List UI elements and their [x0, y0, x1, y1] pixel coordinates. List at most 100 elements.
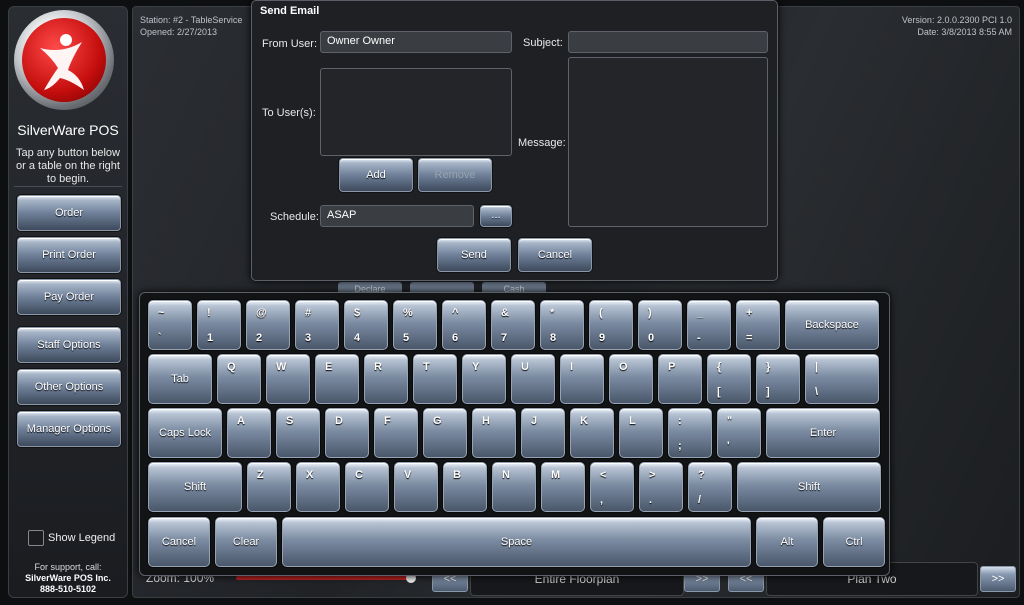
key[interactable]: W [266, 354, 310, 404]
other-options-button[interactable]: Other Options [17, 369, 121, 405]
version-info: Version: 2.0.0.2300 PCI 1.0 Date: 3/8/20… [902, 14, 1012, 38]
key-cancel[interactable]: Cancel [148, 517, 210, 567]
key[interactable]: E [315, 354, 359, 404]
message-textarea[interactable] [568, 57, 768, 227]
key[interactable]: V [394, 462, 438, 512]
key[interactable]: :; [668, 408, 712, 458]
print-order-button[interactable]: Print Order [17, 237, 121, 273]
key-primary-label: ~ [158, 307, 165, 319]
key[interactable]: ~ ` [148, 300, 192, 350]
key[interactable]: Z [247, 462, 291, 512]
key[interactable]: % 5 [393, 300, 437, 350]
send-button[interactable]: Send [437, 238, 511, 272]
key[interactable]: ? / [688, 462, 732, 512]
key-primary-label: Q [227, 361, 236, 373]
key[interactable]: P [658, 354, 702, 404]
key[interactable]: " ' [717, 408, 761, 458]
key-clear[interactable]: Clear [215, 517, 277, 567]
remove-user-button[interactable]: Remove [418, 158, 492, 192]
key[interactable]: ! 1 [197, 300, 241, 350]
key[interactable]: T [413, 354, 457, 404]
to-users-list[interactable] [320, 68, 512, 156]
date-label: Date: 3/8/2013 8:55 AM [917, 27, 1012, 37]
key-primary-label: " [727, 415, 733, 427]
brand-name: SilverWare POS [17, 122, 119, 138]
key[interactable]: C [345, 462, 389, 512]
subject-label: Subject: [523, 37, 563, 49]
from-user-field[interactable]: Owner Owner [320, 31, 512, 53]
manager-options-button[interactable]: Manager Options [17, 411, 121, 447]
key[interactable]: _ - [687, 300, 731, 350]
key[interactable]: Y [462, 354, 506, 404]
key-secondary-label: 6 [452, 332, 459, 344]
subject-input[interactable] [568, 31, 768, 53]
key[interactable]: @2 [246, 300, 290, 350]
staff-options-button[interactable]: Staff Options [17, 327, 121, 363]
key-primary-label: P [668, 361, 676, 373]
key[interactable]: ^ 6 [442, 300, 486, 350]
key[interactable]: | \ [805, 354, 879, 404]
key[interactable]: I [560, 354, 604, 404]
key[interactable]: * 8 [540, 300, 584, 350]
key[interactable]: O [609, 354, 653, 404]
key-label: Enter [809, 427, 837, 439]
show-legend-checkbox[interactable] [28, 530, 44, 546]
key-enter[interactable]: Enter [766, 408, 880, 458]
key-primary-label: O [619, 361, 628, 373]
key[interactable]: $4 [344, 300, 388, 350]
key[interactable]: J [521, 408, 565, 458]
key[interactable]: (9 [589, 300, 633, 350]
key[interactable]: L [619, 408, 663, 458]
key[interactable]: F [374, 408, 418, 458]
message-label: Message: [518, 137, 566, 149]
schedule-field[interactable]: ASAP [320, 205, 474, 227]
key-ctrl[interactable]: Ctrl [823, 517, 885, 567]
cancel-button[interactable]: Cancel [518, 238, 592, 272]
key[interactable]: H [472, 408, 516, 458]
add-user-button[interactable]: Add [339, 158, 413, 192]
key-space[interactable]: Space [282, 517, 751, 567]
key-shift[interactable]: Shift [148, 462, 242, 512]
key[interactable]: D [325, 408, 369, 458]
key-secondary-label: 8 [550, 332, 557, 344]
key-alt[interactable]: Alt [756, 517, 818, 567]
key[interactable]: R [364, 354, 408, 404]
pay-order-button[interactable]: Pay Order [17, 279, 121, 315]
order-button[interactable]: Order [17, 195, 121, 231]
key-secondary-label: [ [717, 386, 721, 398]
zoom-slider[interactable] [236, 576, 412, 580]
key-primary-label: > [649, 469, 656, 481]
dialog-title: Send Email [260, 5, 320, 17]
key[interactable]: N [492, 462, 536, 512]
key[interactable]: {[ [707, 354, 751, 404]
key[interactable]: M [541, 462, 585, 512]
schedule-picker-button[interactable]: ... [480, 205, 512, 227]
key[interactable]: U [511, 354, 555, 404]
key[interactable]: + = [736, 300, 780, 350]
key[interactable]: G [423, 408, 467, 458]
key-tab[interactable]: Tab [148, 354, 212, 404]
key[interactable]: K [570, 408, 614, 458]
key[interactable]: A [227, 408, 271, 458]
key[interactable]: Q [217, 354, 261, 404]
key-backspace[interactable]: Backspace [785, 300, 879, 350]
key-primary-label: | [815, 361, 819, 373]
key[interactable]: #3 [295, 300, 339, 350]
logo-figure-icon [40, 34, 84, 90]
key[interactable]: ) 0 [638, 300, 682, 350]
key-secondary-label: . [649, 494, 653, 506]
key[interactable]: <, [590, 462, 634, 512]
key-label: Space [500, 536, 533, 548]
key[interactable]: X [296, 462, 340, 512]
divider [14, 186, 122, 187]
key[interactable]: S [276, 408, 320, 458]
key[interactable]: B [443, 462, 487, 512]
plan-next-button[interactable]: >> [980, 566, 1016, 592]
key-shift[interactable]: Shift [737, 462, 881, 512]
key[interactable]: >. [639, 462, 683, 512]
key-primary-label: D [335, 415, 343, 427]
key-primary-label: E [325, 361, 333, 373]
key[interactable]: & 7 [491, 300, 535, 350]
key-caps-lock[interactable]: Caps Lock [148, 408, 222, 458]
key[interactable]: }] [756, 354, 800, 404]
